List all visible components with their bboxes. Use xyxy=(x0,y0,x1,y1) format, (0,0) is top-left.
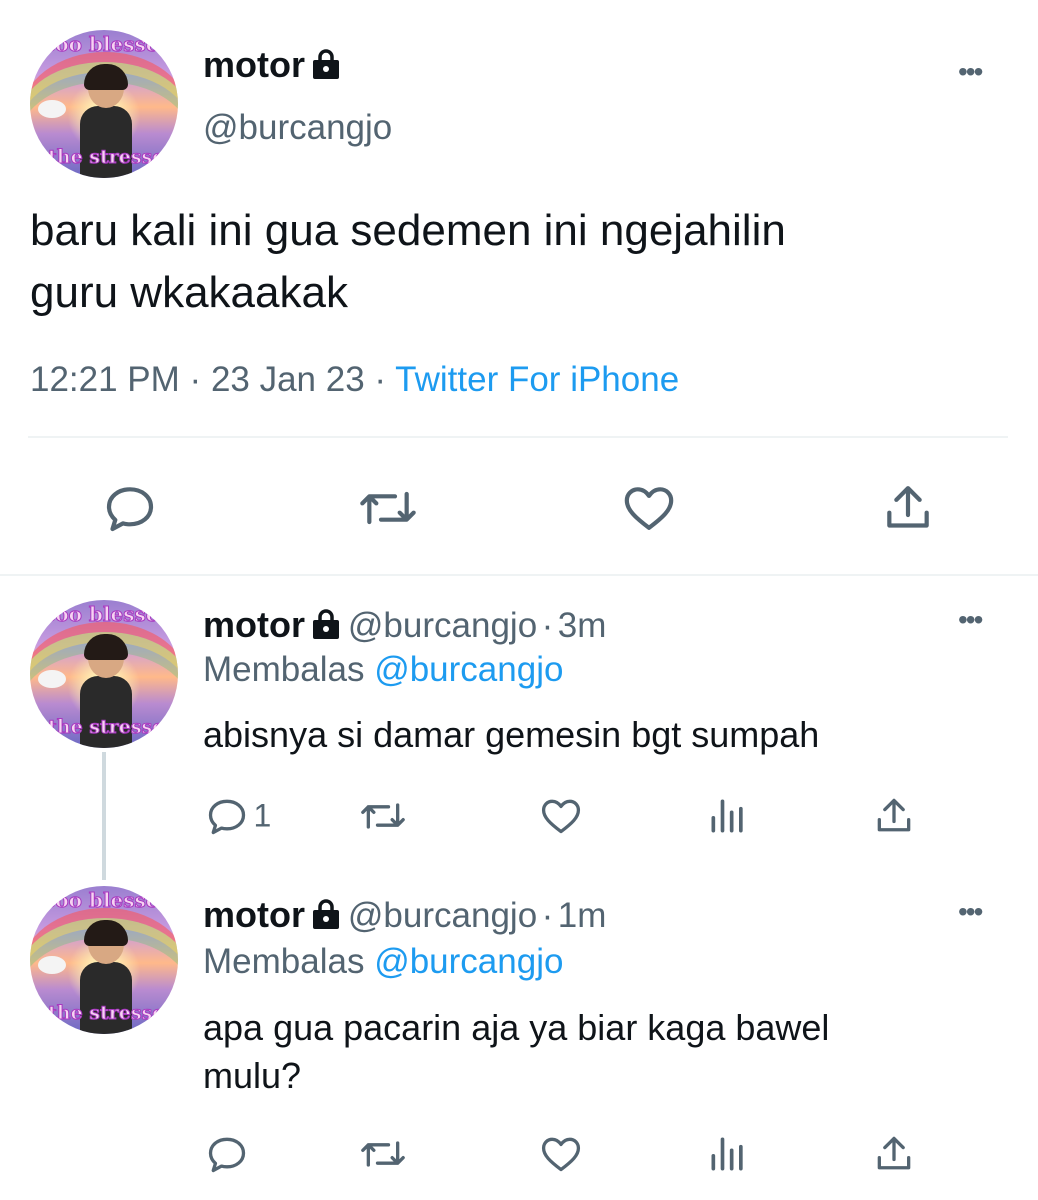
lock-icon xyxy=(309,49,343,79)
avatar[interactable]: soo blessed the stressed xyxy=(30,600,178,748)
reply-text-line1: apa gua pacarin aja ya biar kaga bawel xyxy=(203,1007,830,1048)
avatar-hair xyxy=(84,920,128,946)
avatar-hair xyxy=(84,634,128,660)
tweet-text-line1: baru kali ini gua sedemen ini ngejahilin xyxy=(30,206,786,255)
meta-separator: · xyxy=(189,360,202,399)
display-name[interactable]: motor xyxy=(203,894,305,935)
reply-icon[interactable] xyxy=(205,1132,249,1176)
lock-icon xyxy=(309,609,343,639)
dove-icon xyxy=(38,100,66,118)
dot-separator: · xyxy=(541,606,554,645)
reply-count: 1 xyxy=(253,797,272,834)
reply-header: motor @burcangjo · 3m xyxy=(203,604,606,646)
retweet-icon[interactable] xyxy=(355,480,421,536)
reply-text: abisnya si damar gemesin bgt sumpah xyxy=(203,714,820,755)
like-icon[interactable] xyxy=(538,794,584,838)
like-icon[interactable] xyxy=(538,1132,584,1176)
more-icon[interactable]: ••• xyxy=(958,604,983,636)
replying-to: Membalas @burcangjo xyxy=(203,650,563,690)
reply-text: apa gua pacarin aja ya biar kaga bawel m… xyxy=(203,1004,829,1100)
views-icon[interactable] xyxy=(706,1132,750,1176)
dove-icon xyxy=(38,956,66,974)
handle[interactable]: @burcangjo xyxy=(348,606,537,645)
tweet-age: 1m xyxy=(557,896,607,935)
dove-icon xyxy=(38,670,66,688)
share-icon[interactable] xyxy=(872,1132,916,1176)
reply-icon[interactable] xyxy=(205,794,249,838)
avatar-text-bottom: the stressed xyxy=(48,716,178,739)
reply-action[interactable]: 1 xyxy=(205,794,271,838)
reply-text-line2: mulu? xyxy=(203,1055,302,1096)
display-name[interactable]: motor xyxy=(203,44,305,85)
divider xyxy=(28,436,1008,438)
tweet-text-line2: guru wkakaakak xyxy=(30,268,348,317)
section-divider xyxy=(0,574,1038,576)
handle[interactable]: @burcangjo xyxy=(203,108,392,148)
views-icon[interactable] xyxy=(706,794,750,838)
retweet-icon[interactable] xyxy=(356,1132,410,1176)
more-icon[interactable]: ••• xyxy=(958,56,983,88)
author-name-row[interactable]: motor xyxy=(203,44,343,86)
like-icon[interactable] xyxy=(620,480,678,536)
reply-header: motor @burcangjo · 1m xyxy=(203,894,606,936)
more-icon[interactable]: ••• xyxy=(958,896,983,928)
replying-to: Membalas @burcangjo xyxy=(203,942,563,982)
share-icon[interactable] xyxy=(872,794,916,838)
tweet-text: baru kali ini gua sedemen ini ngejahilin… xyxy=(30,200,1020,324)
avatar-text-top: soo blessed xyxy=(43,888,173,913)
lock-icon xyxy=(309,899,343,929)
tweet-time: 12:21 PM xyxy=(30,360,180,399)
tweet-source-link[interactable]: Twitter For iPhone xyxy=(395,360,679,399)
retweet-icon[interactable] xyxy=(356,794,410,838)
thread-line xyxy=(102,752,106,880)
tweet-meta: 12:21 PM · 23 Jan 23 · Twitter For iPhon… xyxy=(30,360,679,400)
avatar-text-top: soo blessed xyxy=(43,32,173,57)
replying-to-handle[interactable]: @burcangjo xyxy=(374,650,563,689)
replying-label: Membalas xyxy=(203,650,365,689)
handle[interactable]: @burcangjo xyxy=(348,896,537,935)
tweet-age: 3m xyxy=(557,606,607,645)
tweet-date: 23 Jan 23 xyxy=(210,360,365,399)
dot-separator: · xyxy=(541,896,554,935)
share-icon[interactable] xyxy=(880,480,936,536)
avatar[interactable]: soo blessed the stressed xyxy=(30,30,178,178)
avatar[interactable]: soo blessed the stressed xyxy=(30,886,178,1034)
meta-separator: · xyxy=(374,360,387,399)
avatar-text-bottom: the stressed xyxy=(48,1002,178,1025)
display-name[interactable]: motor xyxy=(203,604,305,645)
avatar-text-bottom: the stressed xyxy=(48,146,178,169)
avatar-text-top: soo blessed xyxy=(43,602,173,627)
replying-to-handle[interactable]: @burcangjo xyxy=(374,942,563,981)
reply-icon[interactable] xyxy=(102,480,158,536)
avatar-hair xyxy=(84,64,128,90)
replying-label: Membalas xyxy=(203,942,365,981)
